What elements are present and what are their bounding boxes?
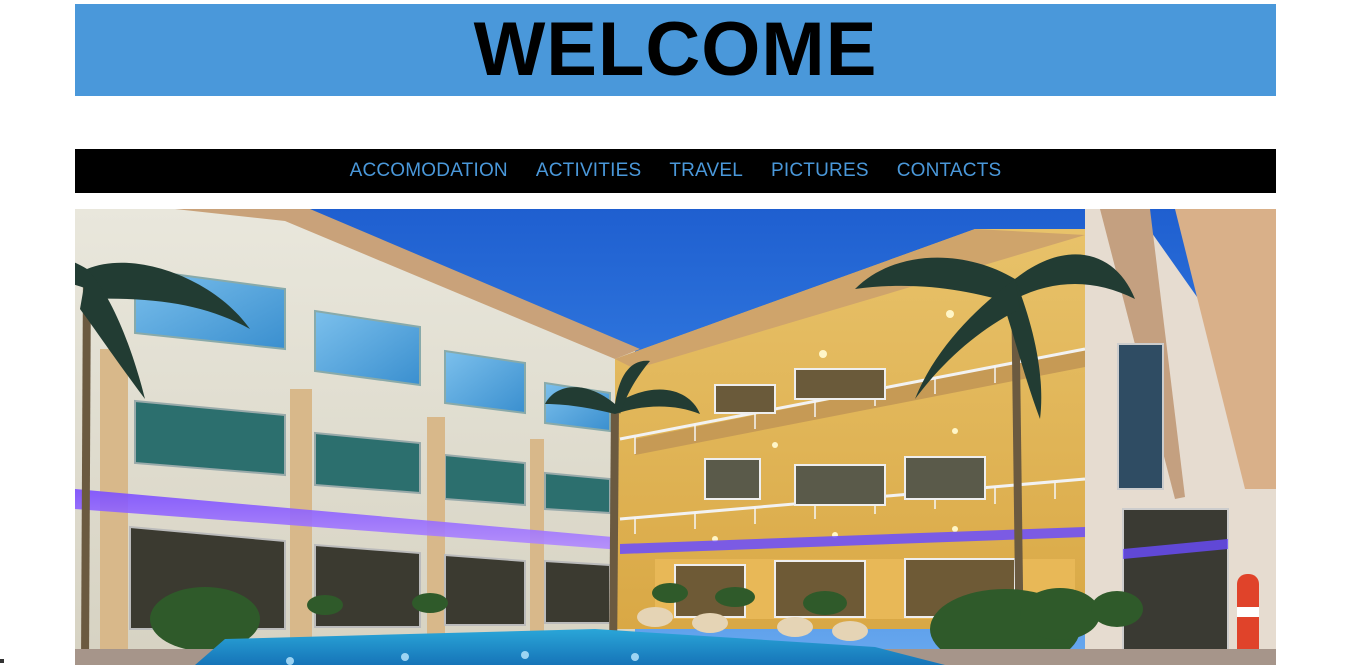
hotel-photo: [75, 209, 1276, 665]
nav-link-contacts[interactable]: CONTACTS: [897, 160, 1002, 182]
nav-link-activities[interactable]: ACTIVITIES: [536, 160, 641, 182]
page-edge-mark: [0, 659, 4, 663]
main-nav: ACCOMODATION ACTIVITIES TRAVEL PICTURES …: [75, 149, 1276, 193]
header-banner: WELCOME: [75, 4, 1276, 96]
nav-link-accomodation[interactable]: ACCOMODATION: [350, 160, 508, 182]
nav-link-pictures[interactable]: PICTURES: [771, 160, 869, 182]
page-title: WELCOME: [473, 7, 878, 92]
nav-link-travel[interactable]: TRAVEL: [669, 160, 743, 182]
